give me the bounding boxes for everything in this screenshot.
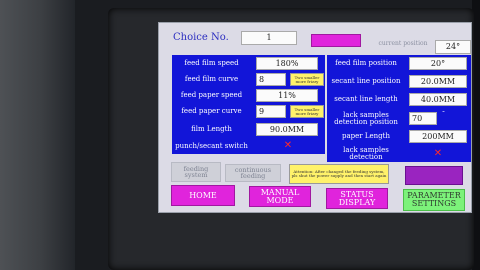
feed-film-position-input[interactable]: 20° (409, 57, 467, 70)
feed-film-speed-label: feed film speed (172, 55, 251, 71)
manual-mode-button[interactable]: MANUAL MODE (249, 186, 311, 207)
film-length-label: film Length (172, 120, 251, 138)
status-display-button[interactable]: STATUS DISPLAY (326, 188, 388, 209)
secant-line-position-label: secant line position (327, 72, 405, 90)
paper-length-label: paper Length (327, 128, 405, 145)
current-position-value: 24° (435, 40, 471, 54)
choice-confirm-button[interactable] (311, 34, 361, 47)
choice-label: Choice No. (173, 32, 229, 43)
current-position-label: current position (378, 39, 428, 47)
lack-samples-detection-label: lack samples detection (327, 145, 405, 162)
lack-samples-detection-toggle[interactable]: ✕ (429, 147, 447, 161)
secant-line-length-label: secant line length (327, 90, 405, 109)
punch-secant-switch-label: punch/secant switch (172, 138, 251, 154)
choice-number-input[interactable]: 1 (241, 31, 297, 45)
continuous-feeding-button[interactable]: continuous feeding (225, 164, 281, 182)
home-button[interactable]: HOME (171, 185, 235, 206)
x-mark-icon: ✕ (433, 148, 443, 159)
punch-secant-switch-toggle[interactable]: ✕ (279, 139, 297, 153)
paper-length-input[interactable]: 200MM (409, 130, 467, 143)
feed-film-speed-input[interactable]: 180% (256, 57, 318, 70)
secant-line-position-input[interactable]: 20.0MM (409, 75, 467, 88)
feed-paper-curve-label: feed paper curve (172, 103, 251, 120)
hmi-screen: Choice No. 1 current position 24° feed f… (158, 22, 472, 213)
feed-film-position-label: feed film position (327, 55, 405, 72)
feed-film-curve-input[interactable]: 8 (256, 73, 286, 86)
feed-paper-speed-input[interactable]: 11% (256, 89, 318, 102)
x-mark-icon: ✕ (283, 140, 293, 151)
degree-unit: ° (442, 111, 445, 117)
feed-film-curve-label: feed film curve (172, 71, 251, 87)
feed-paper-curve-note: Two smaller more frizzy (290, 105, 324, 118)
lack-samples-detection-position-input[interactable]: 70 (409, 112, 437, 125)
secant-line-length-input[interactable]: 40.0MM (409, 93, 467, 106)
film-length-input[interactable]: 90.0MM (256, 123, 318, 136)
feeding-system-notice: Attention: After changed the feeding sys… (289, 164, 389, 184)
machine-left-panel (0, 0, 75, 270)
parameter-settings-button[interactable]: PARAMETER SETTINGS (403, 189, 465, 211)
lack-samples-detection-position-label: lack samples detection position (327, 109, 405, 128)
feeding-system-button[interactable]: feeding system (171, 162, 221, 182)
feeding-mode-indicator[interactable] (405, 166, 463, 185)
feed-film-curve-note: Two smaller more frizzy (290, 73, 324, 86)
feed-paper-speed-label: feed paper speed (172, 87, 251, 103)
feed-paper-curve-input[interactable]: 9 (256, 105, 286, 118)
